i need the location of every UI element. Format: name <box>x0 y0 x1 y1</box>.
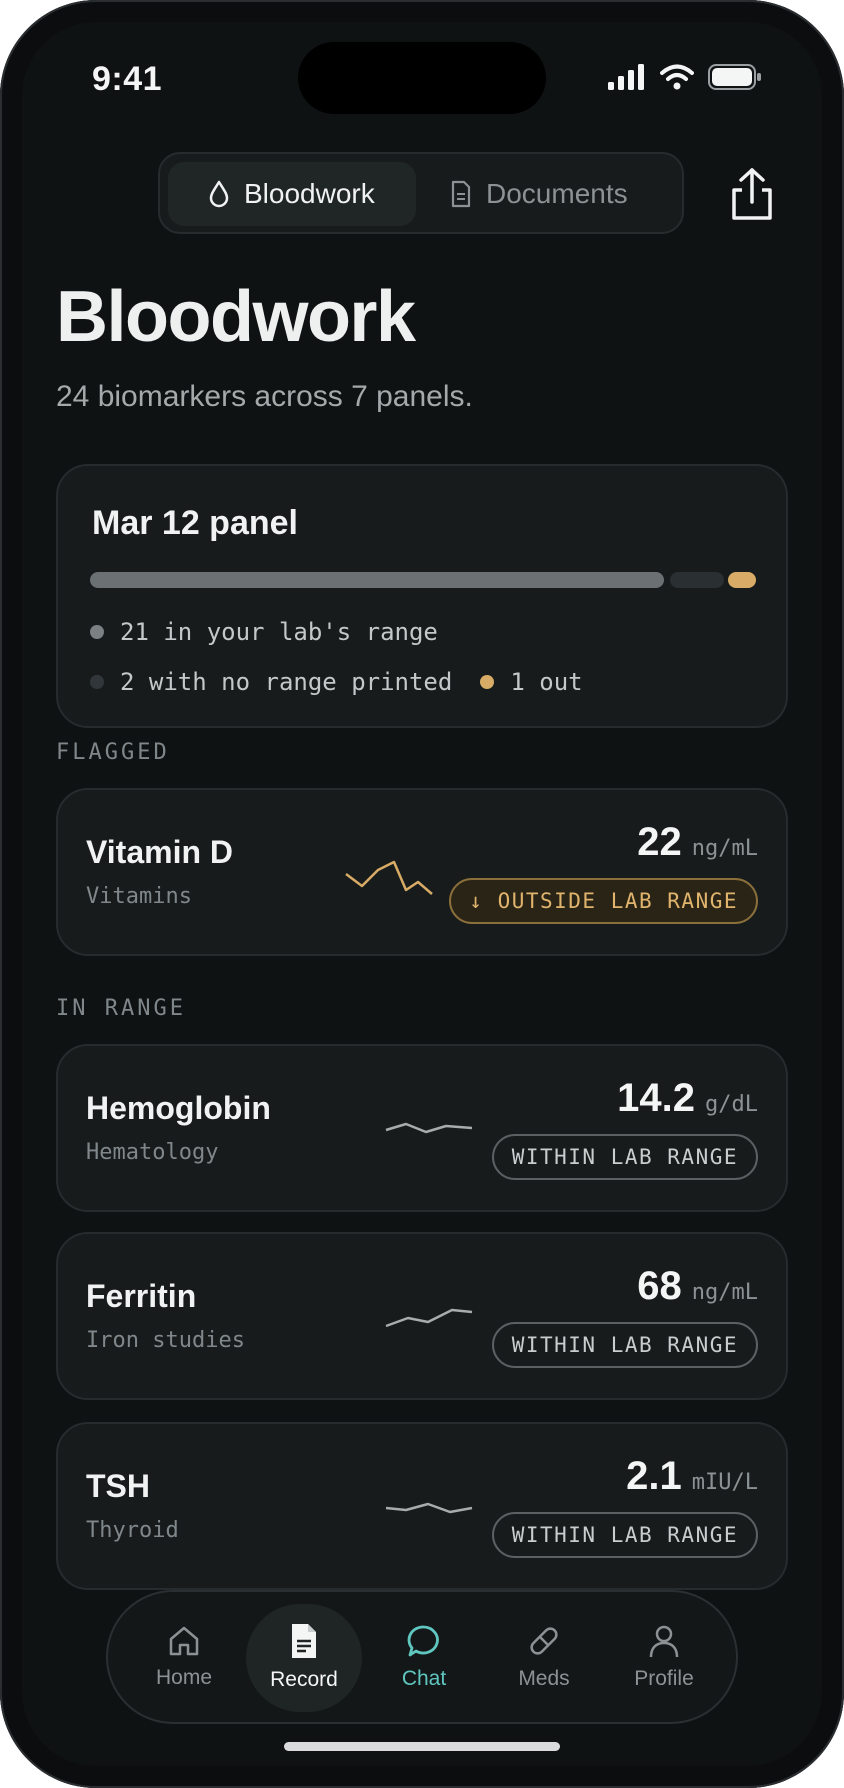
biomarker-card-ferritin[interactable]: Ferritin Iron studies 68 ng/mL WITHIN LA… <box>56 1232 788 1400</box>
biomarker-name: Ferritin <box>86 1278 197 1314</box>
status-badge: WITHIN LAB RANGE <box>491 1512 758 1558</box>
sparkline <box>345 860 433 895</box>
tab-meds[interactable]: Meds <box>494 1592 594 1722</box>
biomarker-category: Iron studies <box>86 1328 245 1353</box>
status-time: 9:41 <box>92 60 163 98</box>
view-switcher: Bloodwork Documents <box>158 152 684 234</box>
status-badge: ↓ OUTSIDE LAB RANGE <box>449 878 758 924</box>
chat-icon <box>407 1625 439 1657</box>
value-number: 14.2 <box>617 1076 696 1120</box>
section-label-flagged: FLAGGED <box>56 740 170 765</box>
bottom-tab-bar: Home Record Chat Meds Profile <box>106 1590 738 1724</box>
legend-dot-out <box>480 675 495 689</box>
tab-chat-label: Chat <box>401 1667 447 1690</box>
value-unit: mIU/L <box>691 1470 758 1495</box>
phone-screen: 9:41 Bloodwork Documents Bloodwork 24 bi… <box>0 0 844 1788</box>
biomarker-value: 2.1 mIU/L <box>626 1454 758 1499</box>
tab-meds-label: Meds <box>518 1667 570 1690</box>
legend-out-text: 1 out <box>510 668 583 696</box>
tab-profile[interactable]: Profile <box>614 1592 714 1722</box>
biomarker-name: TSH <box>86 1468 150 1504</box>
status-badge: WITHIN LAB RANGE <box>491 1134 758 1180</box>
wifi-icon <box>660 64 694 90</box>
panel-summary-card[interactable]: Mar 12 panel 21 in your lab's range 2 wi… <box>56 464 788 728</box>
page-subtitle: 24 biomarkers across 7 panels. <box>56 380 473 413</box>
biomarker-name: Hemoglobin <box>86 1090 271 1126</box>
status-icons <box>608 64 762 90</box>
legend-in-range: 21 in your lab's range <box>90 618 438 646</box>
tab-home-label: Home <box>155 1666 213 1689</box>
biomarker-card-vitamin-d[interactable]: Vitamin D Vitamins 22 ng/mL ↓ OUTSIDE LA… <box>56 788 788 956</box>
home-indicator[interactable] <box>284 1742 560 1751</box>
sparkline <box>385 1122 473 1134</box>
home-icon <box>169 1626 199 1656</box>
legend-other: 2 with no range printed 1 out <box>90 668 583 696</box>
tab-record-label: Record <box>270 1668 338 1691</box>
biomarker-category: Thyroid <box>86 1518 179 1543</box>
battery-icon <box>708 64 761 90</box>
value-unit: ng/mL <box>691 1280 758 1305</box>
value-unit: ng/mL <box>691 836 758 861</box>
range-bar-in-range <box>90 572 664 588</box>
tab-chat[interactable]: Chat <box>374 1592 474 1722</box>
range-bar-out <box>728 572 756 588</box>
value-number: 2.1 <box>626 1454 682 1498</box>
tab-documents[interactable]: Documents <box>450 162 690 226</box>
legend-dot-in-range <box>90 625 104 639</box>
sparkline <box>385 1308 473 1328</box>
range-bar-no-range <box>670 572 724 588</box>
biomarker-value: 22 ng/mL <box>637 820 758 865</box>
status-badge: WITHIN LAB RANGE <box>491 1322 758 1368</box>
biomarker-value: 68 ng/mL <box>637 1264 758 1309</box>
tab-record[interactable]: Record <box>254 1592 354 1722</box>
tab-profile-label: Profile <box>634 1667 694 1690</box>
page-title: Bloodwork <box>56 277 416 357</box>
tab-documents-label: Documents <box>486 178 628 209</box>
biomarker-name: Vitamin D <box>86 834 233 870</box>
legend-dot-no-range <box>90 675 104 689</box>
biomarker-value: 14.2 g/dL <box>617 1076 758 1121</box>
value-unit: g/dL <box>705 1092 758 1117</box>
value-number: 22 <box>637 820 682 864</box>
dynamic-island <box>298 42 546 114</box>
document-icon <box>451 180 471 208</box>
pill-icon <box>530 1627 558 1655</box>
tab-home[interactable]: Home <box>134 1592 234 1722</box>
record-icon <box>292 1624 316 1658</box>
legend-no-range-text: 2 with no range printed <box>120 668 453 696</box>
panel-title: Mar 12 panel <box>92 504 298 542</box>
value-number: 68 <box>637 1264 682 1308</box>
share-icon[interactable] <box>728 166 776 222</box>
tab-bloodwork[interactable]: Bloodwork <box>168 162 416 226</box>
biomarker-category: Hematology <box>86 1140 219 1165</box>
section-label-in-range: IN RANGE <box>56 996 186 1021</box>
profile-icon <box>649 1625 679 1658</box>
tab-bloodwork-label: Bloodwork <box>244 178 375 209</box>
biomarker-card-tsh[interactable]: TSH Thyroid 2.1 mIU/L WITHIN LAB RANGE <box>56 1422 788 1590</box>
cellular-signal-icon <box>608 64 644 90</box>
biomarker-category: Vitamins <box>86 884 192 909</box>
drop-icon <box>209 180 229 208</box>
legend-in-range-text: 21 in your lab's range <box>120 618 438 646</box>
sparkline <box>385 1502 473 1514</box>
biomarker-card-hemoglobin[interactable]: Hemoglobin Hematology 14.2 g/dL WITHIN L… <box>56 1044 788 1212</box>
